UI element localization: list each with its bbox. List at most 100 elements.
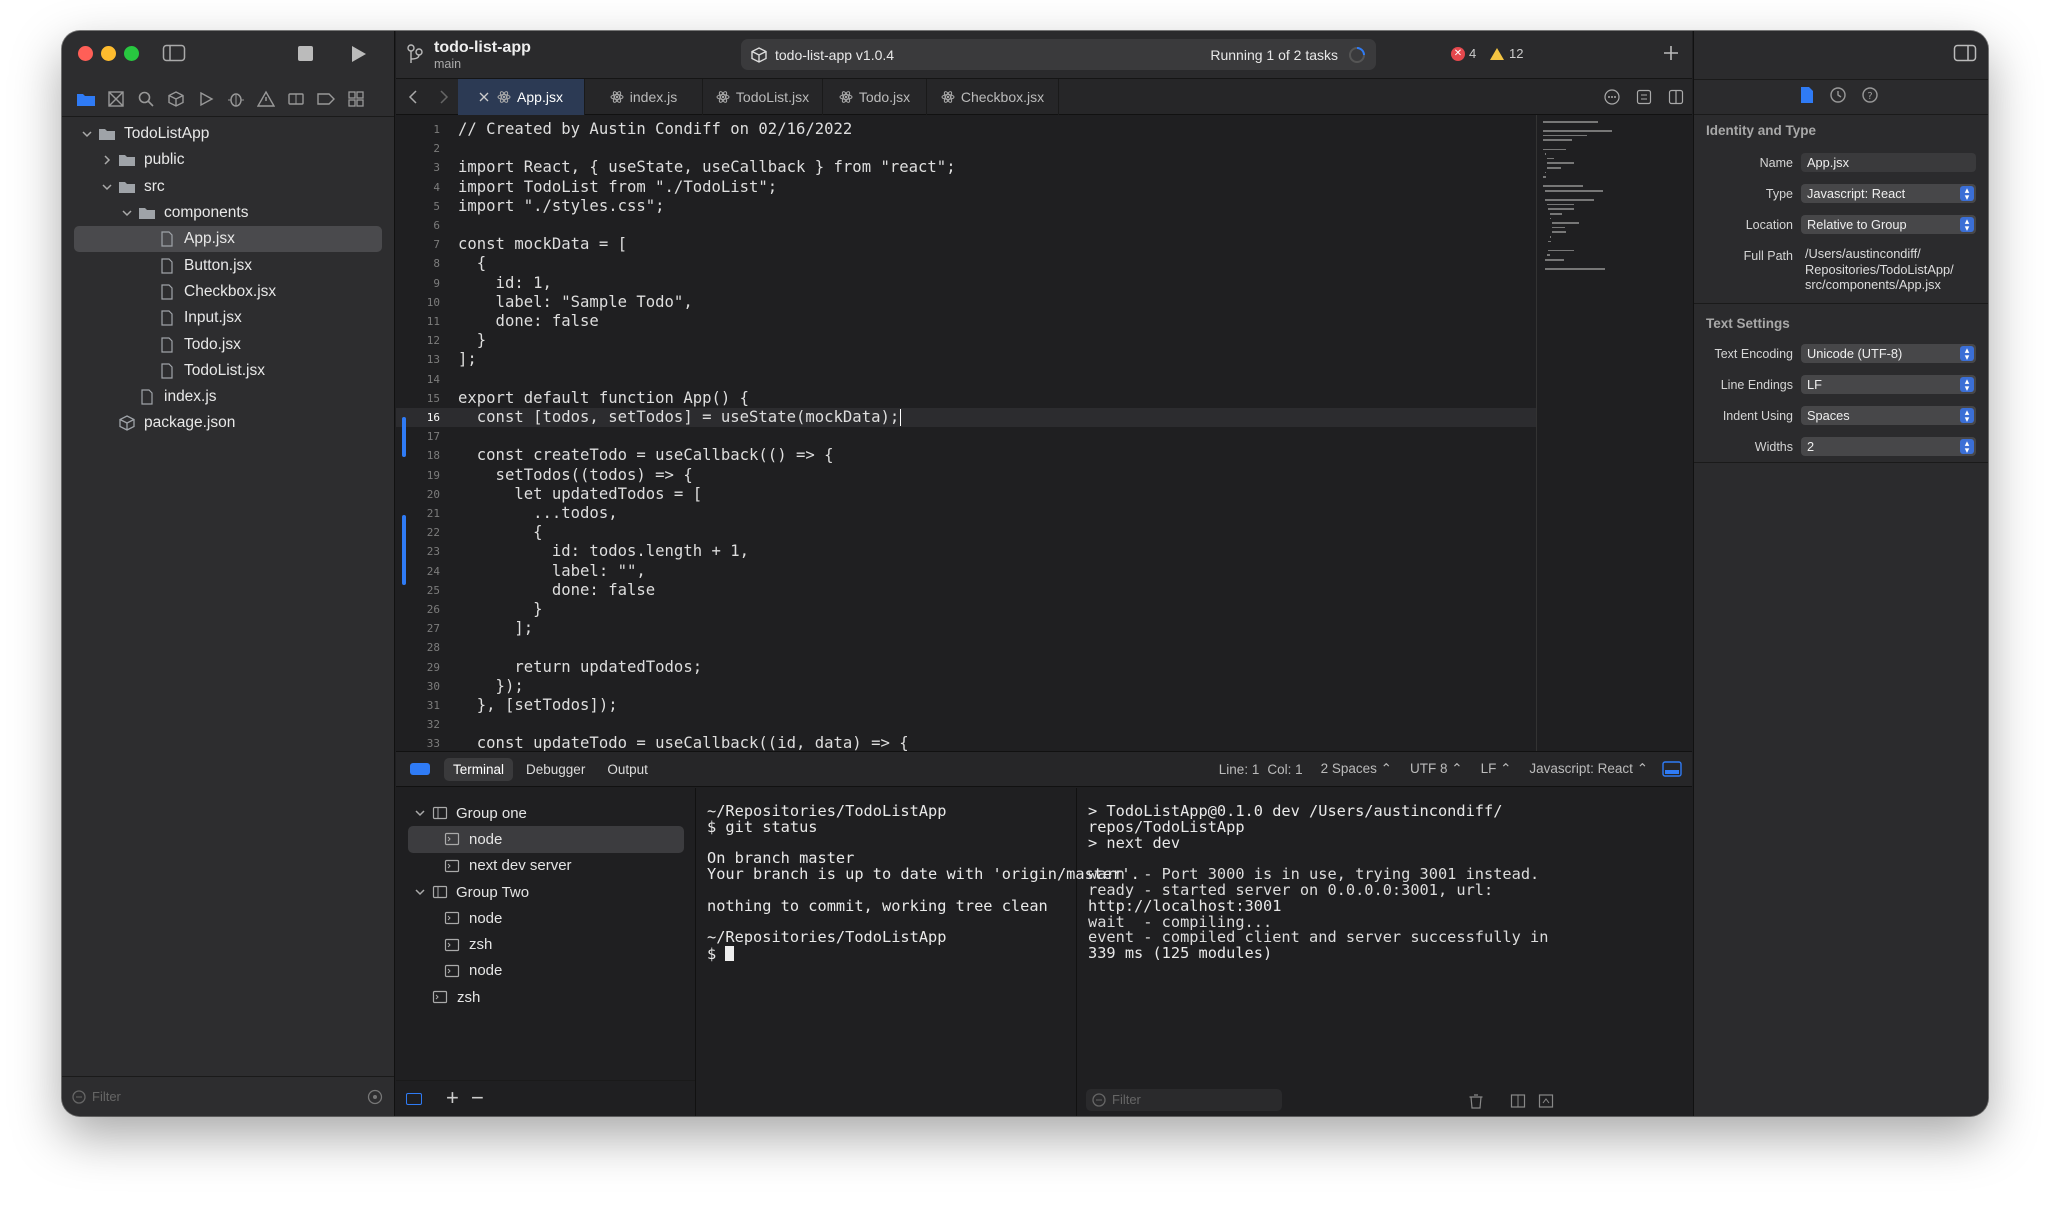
error-count[interactable]: ✕ 4: [1451, 46, 1476, 61]
minimize-window-button[interactable]: [101, 46, 116, 61]
filter-options-icon[interactable]: [367, 1089, 383, 1105]
warning-count[interactable]: 12: [1489, 46, 1523, 61]
panel-toggle-icon[interactable]: [410, 763, 430, 775]
sidebar-panel-icon[interactable]: [406, 1093, 422, 1105]
maximize-terminal-icon[interactable]: [1538, 1093, 1554, 1109]
code-line: 10 label: "Sample Todo",: [396, 293, 1536, 312]
folder-icon[interactable]: [76, 89, 96, 109]
file-inspector-icon[interactable]: [1799, 86, 1815, 104]
history-icon[interactable]: [1829, 86, 1847, 104]
terminal-item[interactable]: zsh: [408, 931, 684, 957]
breakpoint-icon[interactable]: [286, 89, 306, 109]
terminal-left[interactable]: ~/Repositories/TodoListApp $ git status On…: [697, 788, 1140, 1116]
code-line: 29 return updatedTodos;: [396, 658, 1536, 677]
back-chevron-icon[interactable]: [396, 79, 430, 115]
chevron-right-icon[interactable]: [100, 153, 114, 167]
terminal-item[interactable]: node: [408, 958, 684, 984]
encoding-select[interactable]: Unicode (UTF-8) ▴ ▾: [1801, 344, 1976, 363]
editor-tab-label: Checkbox.jsx: [960, 88, 1045, 105]
sidebar-toggle-icon[interactable]: [162, 43, 186, 63]
tree-item[interactable]: Button.jsx: [74, 252, 382, 278]
code-editor[interactable]: 1 // Created by Austin Condiff on 02/16/2…: [396, 115, 1536, 752]
maximize-panel-icon[interactable]: [1662, 761, 1682, 777]
branch-name[interactable]: main: [434, 57, 461, 71]
editor-tab[interactable]: App.jsx: [458, 78, 585, 115]
panel-tab[interactable]: Debugger: [517, 758, 594, 781]
widths-select[interactable]: 2 ▴ ▾: [1801, 437, 1976, 456]
zoom-window-button[interactable]: [124, 46, 139, 61]
trash-icon[interactable]: [1468, 1093, 1484, 1109]
location-select[interactable]: Relative to Group ▴ ▾: [1801, 215, 1976, 234]
tree-item[interactable]: index.js: [74, 384, 382, 410]
chevron-down-icon[interactable]: [100, 180, 114, 194]
minimap[interactable]: [1536, 115, 1692, 751]
line-endings-select[interactable]: LF ⌃: [1481, 761, 1512, 777]
tree-item[interactable]: package.json: [74, 410, 382, 436]
tree-item[interactable]: Checkbox.jsx: [74, 279, 382, 305]
remove-terminal-button[interactable]: −: [471, 1085, 484, 1111]
add-terminal-button[interactable]: +: [446, 1085, 459, 1111]
tree-item[interactable]: components: [74, 200, 382, 226]
editor-tab[interactable]: Checkbox.jsx: [927, 78, 1059, 115]
terminal-item[interactable]: next dev server: [408, 853, 684, 879]
help-icon[interactable]: ?: [1861, 86, 1879, 104]
play-outline-icon[interactable]: [196, 89, 216, 109]
scheme-name[interactable]: todo-list-app v1.0.4: [775, 47, 894, 63]
line-endings-select[interactable]: LF ▴ ▾: [1801, 375, 1976, 394]
tree-item[interactable]: public: [74, 147, 382, 173]
tree-item[interactable]: App.jsx: [74, 226, 382, 253]
minimap-line: [1546, 162, 1574, 164]
chevron-down-icon[interactable]: [414, 886, 426, 898]
panel-tab[interactable]: Output: [598, 758, 657, 781]
terminal-group[interactable]: Group one: [408, 800, 684, 826]
add-icon[interactable]: [1661, 43, 1681, 63]
encoding-select[interactable]: UTF 8 ⌃: [1410, 761, 1463, 777]
split-terminal-icon[interactable]: [1510, 1093, 1526, 1109]
stop-icon[interactable]: [298, 46, 313, 61]
bug-icon[interactable]: [226, 89, 246, 109]
close-window-button[interactable]: [78, 46, 93, 61]
type-select[interactable]: Javascript: React ▴ ▾: [1801, 184, 1976, 203]
code-line: 32: [396, 715, 1536, 734]
more-options-icon[interactable]: [1596, 79, 1628, 115]
report-icon[interactable]: [346, 89, 366, 109]
tree-item[interactable]: TodoListApp: [74, 121, 382, 147]
close-tab-icon[interactable]: [479, 92, 489, 102]
panel-tab[interactable]: Terminal: [444, 757, 514, 781]
navigator-filter-input[interactable]: Filter: [92, 1089, 121, 1104]
tree-item[interactable]: Input.jsx: [74, 305, 382, 331]
source-control-icon[interactable]: [106, 89, 126, 109]
terminal-item[interactable]: node: [408, 905, 684, 931]
terminal-filter-input[interactable]: Filter: [1086, 1089, 1282, 1111]
inspector-toggle-icon[interactable]: [1953, 43, 1977, 63]
split-editor-icon[interactable]: [1660, 79, 1692, 115]
editor-tab[interactable]: index.js: [585, 78, 703, 115]
run-icon[interactable]: [350, 44, 368, 64]
name-field[interactable]: App.jsx: [1801, 153, 1976, 172]
search-icon[interactable]: [136, 89, 156, 109]
terminal-group[interactable]: Group Two: [408, 879, 684, 905]
forward-chevron-icon[interactable]: [430, 79, 458, 115]
react-icon: [941, 90, 955, 104]
tree-item[interactable]: TodoList.jsx: [74, 358, 382, 384]
terminal-right[interactable]: > TodoListApp@0.1.0 dev /Users/austincon…: [1078, 788, 1692, 1116]
language-select[interactable]: Javascript: React ⌃: [1529, 761, 1648, 777]
indent-select[interactable]: 2 Spaces ⌃: [1321, 761, 1392, 777]
tree-item[interactable]: Todo.jsx: [74, 331, 382, 357]
editor-tab[interactable]: Todo.jsx: [823, 78, 927, 115]
cube-icon[interactable]: [166, 89, 186, 109]
minimap-line: [1552, 226, 1565, 229]
chevron-down-icon[interactable]: [414, 807, 426, 819]
terminal-item[interactable]: zsh: [408, 984, 684, 1010]
tree-item[interactable]: src: [74, 174, 382, 200]
code-review-icon[interactable]: [1628, 79, 1660, 115]
chevron-down-icon[interactable]: [80, 127, 94, 141]
line-number: 32: [426, 718, 440, 732]
terminal-item[interactable]: node: [408, 826, 684, 853]
tag-icon[interactable]: [316, 89, 336, 109]
warning-outline-icon[interactable]: [256, 89, 276, 109]
indent-select[interactable]: Spaces ▴ ▾: [1801, 406, 1976, 425]
editor-tab[interactable]: TodoList.jsx: [703, 78, 823, 115]
chevron-down-icon[interactable]: [120, 206, 134, 220]
fullpath-value: /Users/austincondiff/Repositories/TodoLi…: [1805, 246, 1954, 292]
